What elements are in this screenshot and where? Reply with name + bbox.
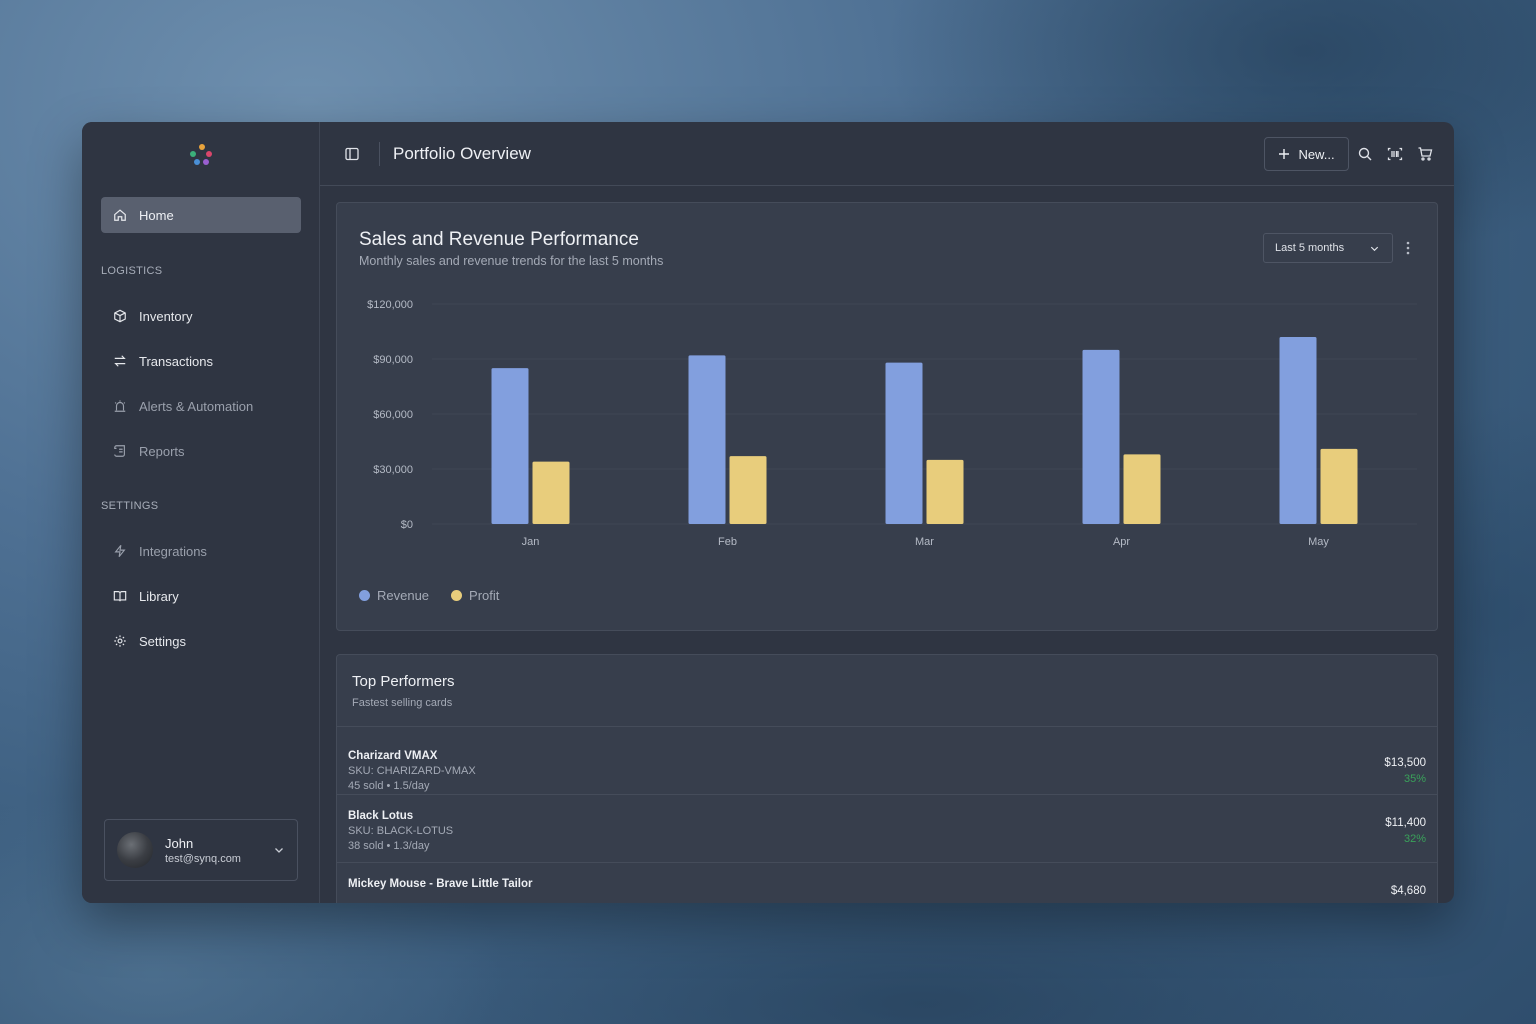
- topbar-divider: [379, 142, 380, 166]
- sidebar-item-home[interactable]: Home: [101, 197, 301, 233]
- chevron-down-icon: [275, 848, 283, 853]
- user-info: John test@synq.com: [165, 836, 241, 865]
- card-sku: SKU: CHARIZARD-VMAX: [348, 765, 476, 777]
- sidebar-item-transactions[interactable]: Transactions: [101, 345, 301, 377]
- card-percent: 35%: [1403, 773, 1426, 785]
- card-amount: $13,500: [1384, 757, 1426, 769]
- bar-chart: $0 $30,000 $60,000 $90,000 $120,000 Jan Feb Mar…: [367, 299, 1417, 548]
- page-title: Portfolio Overview: [393, 144, 531, 163]
- top-bar: Portfolio Overview New...: [320, 122, 1454, 186]
- y-tick-label: $0: [401, 519, 413, 531]
- x-tick-label: Mar: [915, 536, 934, 548]
- gear-icon: [113, 634, 127, 648]
- top-performers-card: Top Performers Fastest selling cards Cha…: [336, 654, 1438, 903]
- card-name: Mickey Mouse - Brave Little Tailor: [348, 878, 533, 890]
- bar-profit: [532, 461, 570, 524]
- bar-revenue: [688, 355, 726, 524]
- top-performers-subtitle: Fastest selling cards: [352, 697, 453, 709]
- search-icon[interactable]: [1357, 146, 1373, 162]
- card-amount: $11,400: [1385, 817, 1426, 829]
- barcode-scan-icon[interactable]: [1387, 146, 1403, 162]
- app-window: Home LOGISTICS Inventory Transactions Al…: [82, 122, 1454, 903]
- legend-swatch: [451, 590, 463, 601]
- user-menu[interactable]: John test@synq.com: [104, 819, 298, 881]
- new-button[interactable]: New...: [1264, 137, 1349, 171]
- card-name: Charizard VMAX: [348, 750, 438, 762]
- chart-legend: Revenue Profit: [359, 588, 499, 603]
- sidebar-item-alerts[interactable]: Alerts & Automation: [101, 390, 301, 422]
- list-item[interactable]: Black Lotus SKU: BLACK-LOTUS 38 sold • 1…: [337, 795, 1437, 863]
- book-icon: [113, 589, 127, 603]
- legend-label: Revenue: [377, 588, 430, 603]
- x-tick-label: Feb: [718, 536, 737, 548]
- sidebar-item-label: Inventory: [139, 308, 193, 324]
- top-performers-list: Charizard VMAX SKU: CHARIZARD-VMAX 45 so…: [337, 726, 1437, 903]
- sales-chart-card: Sales and Revenue Performance Monthly sa…: [336, 202, 1438, 631]
- sidebar-item-integrations[interactable]: Integrations: [101, 535, 301, 567]
- legend-item-profit[interactable]: Profit: [451, 588, 499, 603]
- sidebar-section-logistics: LOGISTICS: [101, 265, 163, 277]
- sidebar-item-label: Transactions: [139, 353, 213, 369]
- user-email: test@synq.com: [165, 852, 241, 865]
- sidebar-item-settings[interactable]: Settings: [101, 625, 301, 657]
- list-item[interactable]: Mickey Mouse - Brave Little Tailor $4,68…: [337, 863, 1437, 903]
- sidebar-item-reports[interactable]: Reports: [101, 435, 301, 467]
- sidebar-toggle-icon[interactable]: [344, 146, 360, 162]
- sidebar-item-inventory[interactable]: Inventory: [101, 300, 301, 332]
- app-logo-icon[interactable]: [190, 144, 214, 166]
- y-tick-label: $30,000: [373, 464, 413, 476]
- scroll-icon: [113, 444, 127, 458]
- home-icon: [113, 208, 127, 222]
- x-tick-label: May: [1308, 536, 1329, 548]
- sidebar: Home LOGISTICS Inventory Transactions Al…: [82, 122, 320, 903]
- sidebar-item-library[interactable]: Library: [101, 580, 301, 612]
- sidebar-item-label: Alerts & Automation: [139, 398, 254, 414]
- bar-revenue: [885, 362, 923, 524]
- list-item[interactable]: Charizard VMAX SKU: CHARIZARD-VMAX 45 so…: [337, 727, 1437, 795]
- sidebar-item-label: Integrations: [139, 543, 207, 559]
- user-name: John: [165, 835, 194, 851]
- sidebar-item-label: Reports: [139, 443, 185, 459]
- cart-icon[interactable]: [1417, 146, 1433, 162]
- card-sku: SKU: BLACK-LOTUS: [348, 825, 454, 837]
- card-amount: $4,680: [1390, 885, 1426, 897]
- alarm-icon: [113, 399, 127, 413]
- sidebar-item-label: Home: [139, 207, 174, 223]
- sidebar-item-label: Library: [139, 588, 179, 604]
- legend-item-revenue[interactable]: Revenue: [359, 588, 429, 603]
- y-tick-label: $60,000: [373, 409, 413, 421]
- card-percent: 32%: [1403, 833, 1426, 845]
- legend-label: Profit: [469, 588, 500, 603]
- legend-swatch: [359, 590, 370, 601]
- bar-revenue: [1279, 337, 1317, 524]
- y-tick-label: $90,000: [373, 354, 413, 366]
- new-button-label: New...: [1298, 146, 1335, 162]
- x-tick-label: Apr: [1113, 536, 1130, 548]
- sidebar-item-label: Settings: [139, 633, 186, 649]
- top-performers-title: Top Performers: [352, 673, 455, 690]
- card-sales-meta: 38 sold • 1.3/day: [348, 840, 430, 852]
- package-icon: [113, 309, 127, 323]
- bar-profit: [1123, 454, 1161, 524]
- main-content: Portfolio Overview New... Sales and Reve…: [320, 122, 1454, 903]
- bar-profit: [926, 459, 964, 524]
- bar-revenue: [491, 368, 529, 524]
- card-name: Black Lotus: [348, 810, 414, 822]
- avatar: [117, 832, 153, 868]
- lightning-icon: [113, 544, 127, 558]
- card-sales-meta: 45 sold • 1.5/day: [348, 780, 430, 792]
- bar-revenue: [1082, 349, 1120, 524]
- plus-icon: [1279, 149, 1290, 159]
- y-tick-label: $120,000: [367, 299, 413, 311]
- swap-arrows-icon: [113, 354, 127, 368]
- sidebar-section-settings: SETTINGS: [101, 500, 159, 512]
- bar-profit: [729, 456, 767, 524]
- bar-profit: [1320, 448, 1358, 524]
- x-tick-label: Jan: [522, 536, 540, 548]
